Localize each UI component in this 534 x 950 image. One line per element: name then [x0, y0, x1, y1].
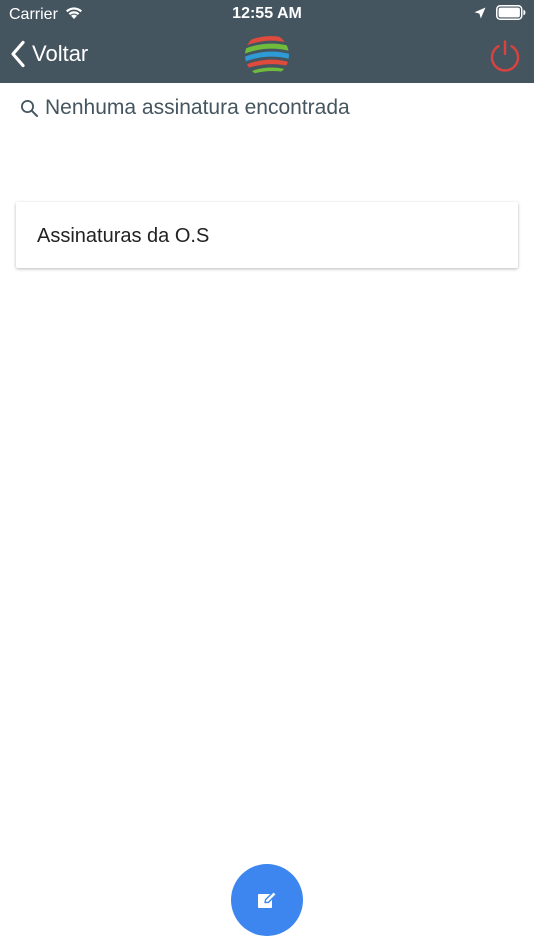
- search-icon: [20, 99, 39, 118]
- status-clock: 12:55 AM: [232, 5, 302, 22]
- status-bar: Carrier 12:55 AM: [0, 0, 534, 28]
- search-status: Nenhuma assinatura encontrada: [20, 96, 350, 120]
- power-button[interactable]: [488, 38, 522, 72]
- edit-icon: [256, 889, 278, 911]
- app-logo: [241, 30, 293, 80]
- status-indicators: [474, 5, 526, 20]
- back-label: Voltar: [32, 41, 89, 66]
- battery-icon: [496, 5, 526, 20]
- card-title: Assinaturas da O.S: [37, 225, 210, 247]
- signatures-card[interactable]: Assinaturas da O.S: [16, 202, 518, 268]
- chevron-left-icon: [10, 40, 26, 68]
- back-button[interactable]: Voltar: [10, 37, 88, 71]
- power-icon: [488, 38, 522, 77]
- navigation-bar: Voltar: [0, 28, 534, 83]
- empty-result-message: Nenhuma assinatura encontrada: [45, 96, 350, 119]
- location-arrow-icon: [474, 7, 486, 19]
- add-signature-fab[interactable]: [231, 864, 303, 936]
- top-bar: Carrier 12:55 AM Voltar: [0, 0, 534, 83]
